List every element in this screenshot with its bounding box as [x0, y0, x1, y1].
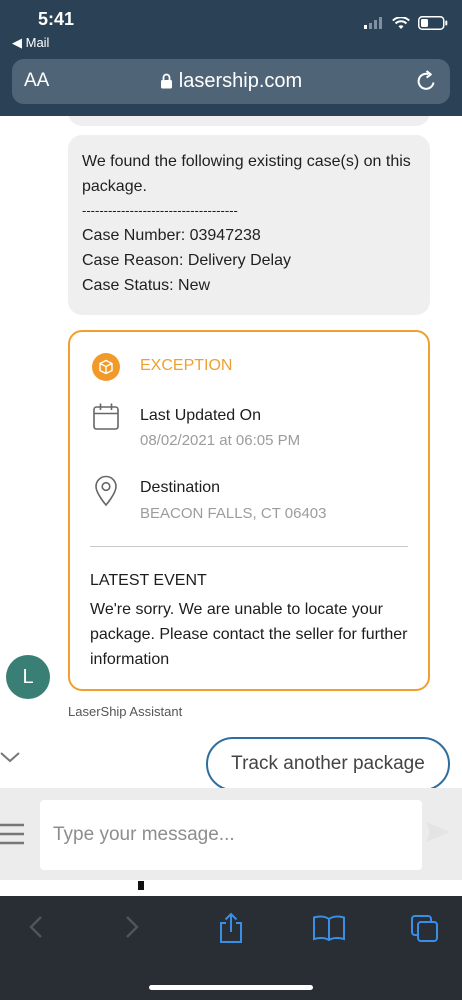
assistant-avatar: L — [6, 655, 50, 699]
destination-label: Destination — [140, 479, 221, 496]
url-display[interactable]: lasership.com — [12, 70, 450, 93]
latest-event-title: LATEST EVENT — [90, 572, 207, 589]
latest-event-text: We're sorry. We are unable to locate you… — [90, 601, 408, 668]
calendar-icon — [93, 403, 119, 430]
home-indicator — [149, 985, 313, 990]
location-pin-icon — [95, 475, 117, 507]
status-time: 5:41 — [38, 9, 75, 29]
message-input[interactable] — [40, 800, 422, 870]
back-arrow-icon[interactable] — [26, 914, 46, 940]
lock-icon — [160, 73, 172, 89]
bookmarks-icon[interactable] — [312, 914, 346, 942]
tabs-icon[interactable] — [410, 914, 440, 944]
browser-header: 5:41 ◀ Mail AA lasership.com — [0, 0, 462, 116]
existing-case-message: We found the following existing case(s) … — [68, 135, 430, 315]
previous-message-bubble — [68, 116, 430, 126]
wifi-icon — [392, 16, 410, 29]
share-icon[interactable] — [216, 912, 246, 944]
box-icon — [99, 359, 113, 375]
last-updated-label: Last Updated On — [140, 407, 261, 424]
battery-icon — [418, 16, 448, 30]
address-bar[interactable]: AA lasership.com — [12, 59, 450, 104]
last-updated-value: 08/02/2021 at 06:05 PM — [140, 432, 301, 449]
page-bottom-strip — [0, 880, 462, 896]
status-label: EXCEPTION — [140, 357, 233, 374]
tracking-status-card: EXCEPTION Last Updated On 08/02/2021 at … — [68, 330, 430, 691]
track-another-package-button[interactable]: Track another package — [206, 737, 450, 788]
case-reason: Case Reason: Delivery Delay — [82, 252, 291, 269]
back-to-mail-link[interactable]: ◀ Mail — [12, 35, 49, 51]
card-divider — [90, 546, 408, 547]
case-separator: ------------------------------------ — [82, 203, 238, 218]
case-number: Case Number: 03947238 — [82, 227, 261, 244]
cellular-signal-icon — [364, 17, 382, 29]
forward-arrow-icon[interactable] — [122, 914, 142, 940]
url-domain: lasership.com — [178, 70, 303, 92]
case-intro-text: We found the following existing case(s) … — [82, 153, 416, 195]
page-marker — [138, 881, 144, 890]
package-exception-icon — [92, 353, 120, 381]
chat-transcript[interactable]: We found the following existing case(s) … — [0, 116, 462, 788]
reload-icon[interactable] — [414, 69, 438, 93]
menu-icon[interactable] — [0, 822, 26, 848]
destination-value: BEACON FALLS, CT 06403 — [140, 505, 327, 522]
case-status: Case Status: New — [82, 277, 211, 294]
assistant-name: LaserShip Assistant — [68, 704, 183, 719]
send-icon[interactable] — [424, 818, 452, 846]
chevron-down-icon[interactable] — [0, 748, 23, 766]
message-composer — [0, 788, 462, 880]
status-icons — [364, 16, 448, 30]
